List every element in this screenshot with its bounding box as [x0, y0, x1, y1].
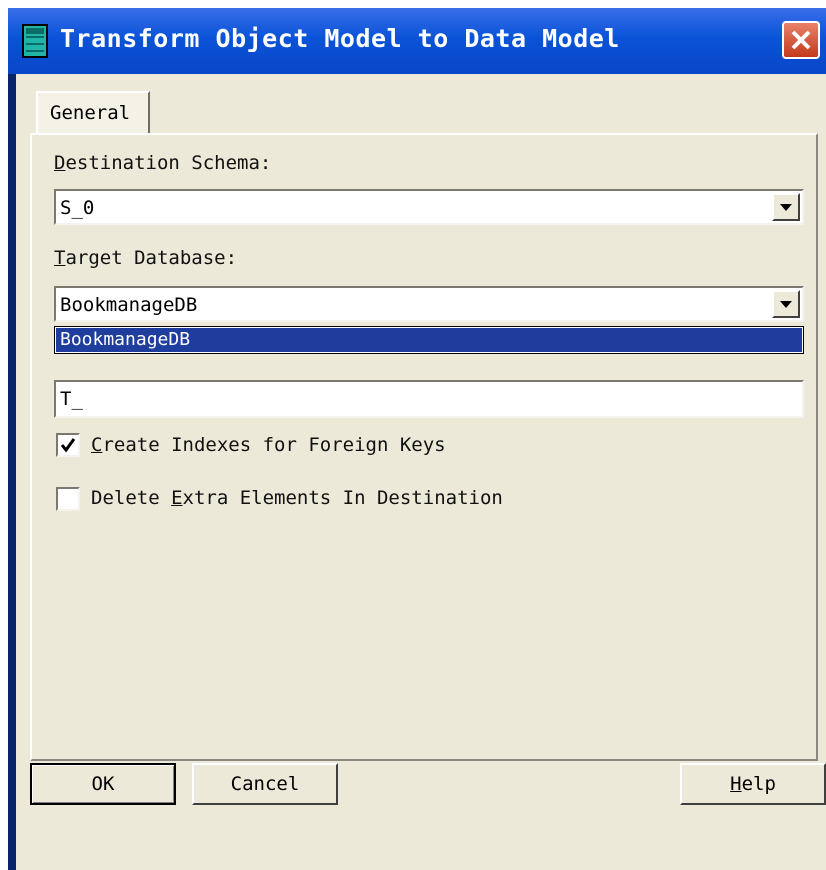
delete-extra-label[interactable]: Delete Extra Elements In Destination [91, 487, 503, 509]
target-database-dropdown-button[interactable] [772, 290, 800, 318]
target-database-label: Target Database: [54, 247, 238, 269]
target-database-select[interactable]: BookmanageDB [54, 286, 804, 322]
create-indexes-label[interactable]: Create Indexes for Foreign Keys [91, 434, 446, 456]
tab-general[interactable]: General [36, 91, 150, 135]
dropdown-option-bookmanagedb[interactable]: BookmanageDB [56, 328, 802, 352]
destination-schema-value: S_0 [60, 197, 95, 219]
target-database-value: BookmanageDB [60, 294, 198, 316]
dialog-window: Transform Object Model to Data Model Gen… [8, 8, 826, 870]
destination-schema-label: Destination Schema: [54, 152, 272, 174]
target-database-dropdown-list: BookmanageDB [54, 326, 804, 354]
database-icon [22, 24, 48, 58]
chevron-down-icon [780, 204, 792, 211]
cancel-button[interactable]: Cancel [192, 763, 338, 805]
destination-schema-dropdown-button[interactable] [772, 193, 800, 221]
window-title: Transform Object Model to Data Model [60, 24, 620, 53]
prefix-value: T_ [60, 388, 83, 410]
create-indexes-checkbox[interactable] [56, 433, 80, 457]
tab-label: General [50, 102, 131, 124]
chevron-down-icon [780, 301, 792, 308]
prefix-input[interactable]: T_ [54, 380, 804, 418]
destination-schema-select[interactable]: S_0 [54, 189, 804, 225]
delete-extra-checkbox[interactable] [56, 487, 80, 511]
close-button[interactable] [782, 21, 820, 59]
title-bar[interactable]: Transform Object Model to Data Model [8, 8, 826, 74]
ok-button[interactable]: OK [30, 763, 176, 805]
close-icon [791, 30, 811, 50]
checkmark-icon [60, 438, 76, 453]
help-button[interactable]: Help [680, 763, 826, 805]
dialog-body: General Destination Schema: S_0 Target D… [16, 74, 826, 870]
